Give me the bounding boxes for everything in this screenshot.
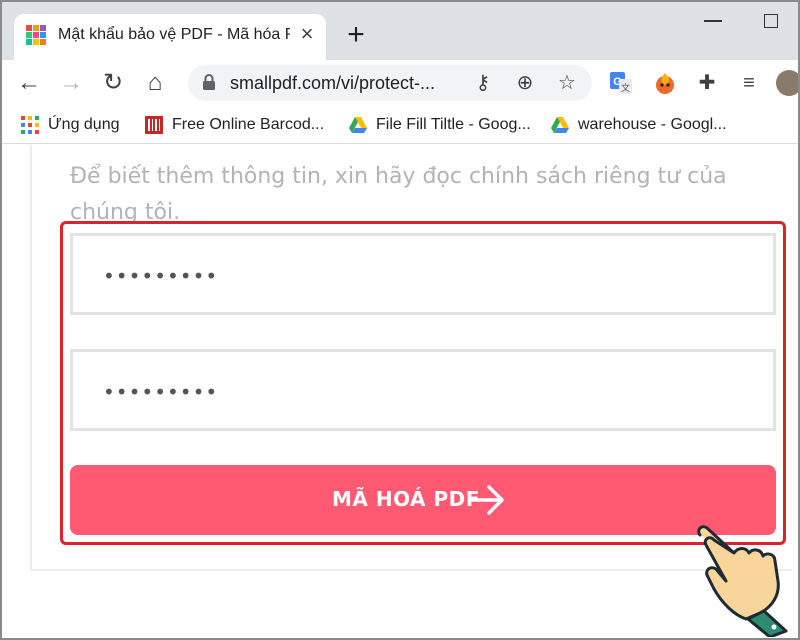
address-bar[interactable]: smallpdf.com/vi/protect-... ⚷ ⊕ ☆ [188, 65, 592, 101]
reload-icon[interactable]: ↻ [98, 68, 128, 98]
close-tab-icon[interactable]: × [296, 23, 318, 45]
bookmark-barcode[interactable]: Free Online Barcod... [144, 114, 324, 136]
page-content: Để biết thêm thông tin, xin hãy đọc chín… [2, 145, 798, 638]
barcode-site-icon [145, 115, 163, 134]
tab-strip: Mật khẩu bảo vệ PDF - Mã hóa P × + [2, 2, 798, 60]
tab-title: Mật khẩu bảo vệ PDF - Mã hóa P [58, 26, 290, 43]
media-queue-icon[interactable]: ≡ [736, 70, 762, 96]
google-drive-icon [349, 116, 367, 133]
bookmark-warehouse[interactable]: warehouse - Googl... [550, 114, 727, 136]
minimize-icon[interactable] [704, 20, 722, 22]
browser-window: Mật khẩu bảo vệ PDF - Mã hóa P × + ← → ↻… [0, 0, 800, 640]
pointing-hand-icon [697, 525, 788, 637]
zoom-icon[interactable]: ⊕ [512, 70, 538, 96]
panel-border-left [30, 145, 32, 571]
bookmark-label: Free Online Barcod... [172, 116, 325, 133]
highlight-box [60, 221, 786, 545]
avatar[interactable] [776, 70, 798, 96]
url-text: smallpdf.com/vi/protect-... [230, 73, 436, 93]
bookmark-label: File Fill Tiltle - Goog... [376, 116, 531, 133]
bookmarks-bar: Ứng dụng Free Online Barcod... File Fill… [2, 106, 798, 144]
new-tab-icon[interactable]: + [342, 20, 370, 50]
fire-extension-icon[interactable] [652, 70, 678, 96]
bookmark-file-fill[interactable]: File Fill Tiltle - Goog... [348, 114, 531, 136]
back-arrow-icon[interactable]: ← [14, 68, 44, 98]
forward-arrow-icon[interactable]: → [56, 68, 86, 98]
star-icon[interactable]: ☆ [554, 70, 580, 96]
browser-tab[interactable]: Mật khẩu bảo vệ PDF - Mã hóa P × [14, 14, 326, 60]
maximize-icon[interactable] [764, 14, 778, 28]
apps-grid-icon [21, 115, 39, 134]
google-drive-icon [551, 116, 569, 133]
lock-icon [203, 74, 215, 90]
bookmark-label: warehouse - Googl... [578, 116, 727, 133]
svg-text:文: 文 [621, 82, 630, 93]
panel-border-bottom [30, 569, 792, 571]
google-translate-icon[interactable]: G 文 [608, 70, 634, 96]
puzzle-icon[interactable]: ✚ [694, 70, 720, 96]
bookmark-apps[interactable]: Ứng dụng [20, 114, 120, 136]
smallpdf-favicon-icon [26, 25, 46, 45]
home-icon[interactable]: ⌂ [140, 68, 170, 98]
bookmark-label: Ứng dụng [48, 116, 120, 133]
browser-toolbar: ← → ↻ ⌂ smallpdf.com/vi/protect-... ⚷ ⊕ … [2, 60, 798, 106]
key-icon[interactable]: ⚷ [470, 70, 496, 96]
